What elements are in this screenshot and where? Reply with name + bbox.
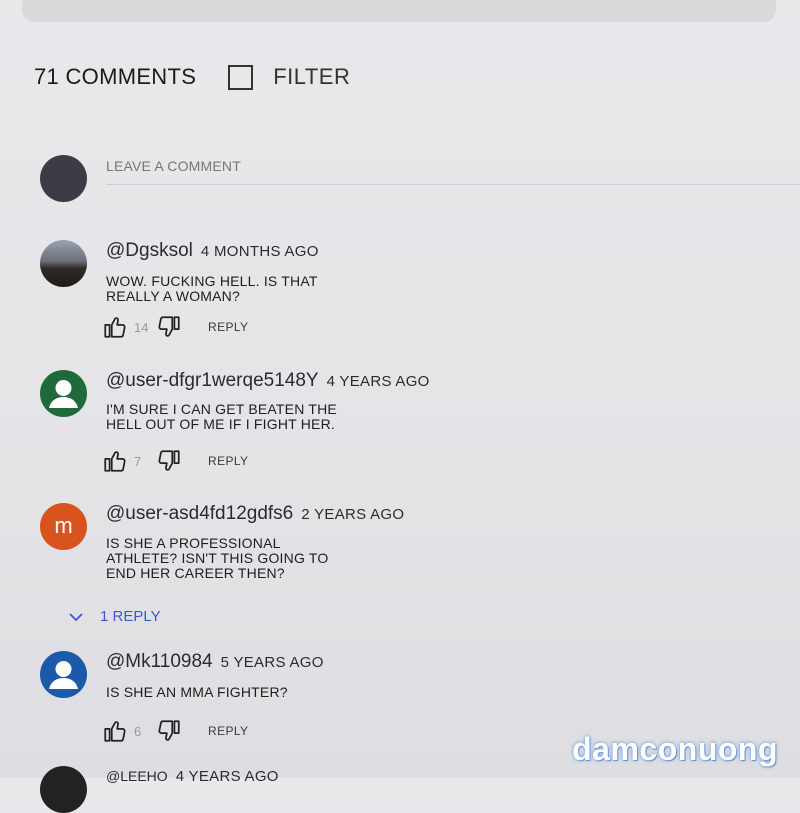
comment-author[interactable]: @LEEHO bbox=[106, 768, 168, 784]
comment-text: IS SHE A PROFESSIONAL ATHLETE? ISN'T THI… bbox=[106, 535, 329, 581]
filter-label[interactable]: FILTER bbox=[273, 64, 350, 90]
dislike-icon[interactable] bbox=[156, 314, 182, 340]
avatar bbox=[40, 155, 87, 202]
comment-text: I'M SURE I CAN GET BEATEN THE HELL OUT O… bbox=[106, 401, 337, 432]
chevron-down-icon bbox=[69, 612, 83, 621]
like-count: 14 bbox=[134, 319, 149, 335]
comment-time: 4 YEARS AGO bbox=[175, 768, 279, 785]
comment-input[interactable]: LEAVE A COMMENT bbox=[106, 158, 241, 174]
like-icon[interactable] bbox=[102, 718, 128, 744]
comment-author[interactable]: @user-asd4fd12gdfs6 bbox=[106, 503, 293, 525]
comment-author[interactable]: @Dgsksol bbox=[106, 240, 193, 262]
comment-text: WOW. FUCKING HELL. IS THAT REALLY A WOMA… bbox=[106, 273, 318, 304]
person-icon bbox=[49, 661, 78, 689]
reply-button[interactable]: REPLY bbox=[208, 724, 248, 738]
input-underline bbox=[106, 184, 800, 185]
avatar[interactable] bbox=[40, 651, 87, 698]
avatar[interactable] bbox=[40, 240, 87, 287]
comment-time: 4 MONTHS AGO bbox=[200, 243, 319, 260]
like-icon[interactable] bbox=[102, 314, 128, 340]
previous-card bbox=[22, 0, 776, 22]
avatar[interactable]: m bbox=[40, 503, 87, 550]
comment-author[interactable]: @user-dfgr1werqe5148Y bbox=[106, 370, 319, 392]
comment-count: 71 COMMENTS bbox=[34, 64, 197, 89]
replies-label: 1 REPLY bbox=[100, 608, 161, 625]
like-icon[interactable] bbox=[102, 448, 128, 474]
comment-time: 5 YEARS AGO bbox=[220, 654, 324, 671]
dislike-icon[interactable] bbox=[156, 448, 182, 474]
view-replies-button[interactable]: 1 REPLY bbox=[68, 608, 161, 625]
avatar[interactable] bbox=[40, 766, 87, 813]
comments-header: 71 COMMENTS FILTER bbox=[34, 64, 350, 90]
comment-text: IS SHE AN MMA FIGHTER? bbox=[106, 684, 288, 700]
reply-button[interactable]: REPLY bbox=[208, 454, 248, 468]
like-count: 6 bbox=[134, 723, 142, 739]
comment-time: 2 YEARS AGO bbox=[301, 506, 405, 523]
filter-checkbox[interactable] bbox=[228, 64, 254, 90]
dislike-icon[interactable] bbox=[156, 718, 182, 744]
comment-time: 4 YEARS AGO bbox=[326, 373, 430, 390]
person-icon bbox=[49, 380, 78, 408]
comment-author[interactable]: @Mk110984 bbox=[106, 651, 213, 673]
watermark: damconuong bbox=[572, 731, 778, 767]
like-count: 7 bbox=[134, 453, 142, 469]
avatar[interactable] bbox=[40, 370, 87, 417]
reply-button[interactable]: REPLY bbox=[208, 320, 248, 334]
